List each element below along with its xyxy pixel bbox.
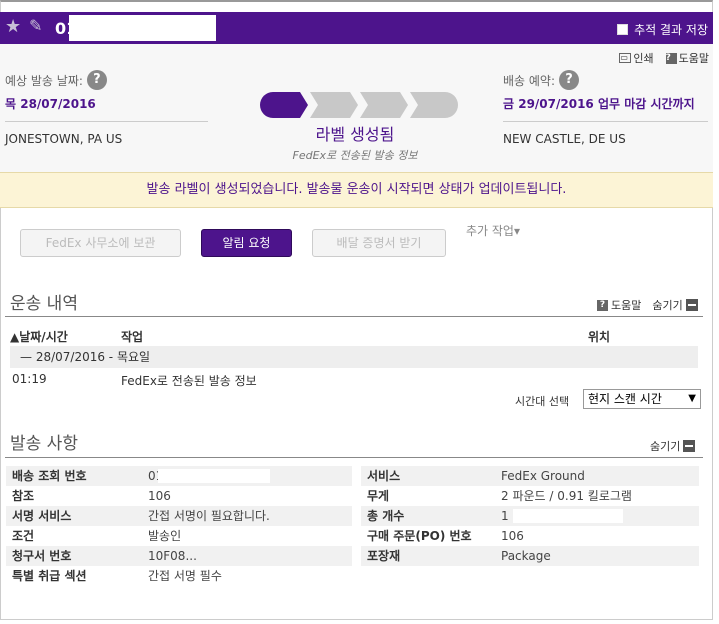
col-location-header: 위치: [588, 330, 611, 344]
request-alert-button[interactable]: 알림 요청: [201, 229, 292, 257]
fact-key: 참조: [12, 489, 35, 503]
day-group-row[interactable]: — 28/07/2016 - 목요일: [10, 346, 698, 368]
delivery-label: 배송 예약:: [503, 73, 556, 88]
help-icon[interactable]: ?: [597, 299, 608, 311]
more-actions-dropdown[interactable]: 추가 작업▾: [466, 222, 520, 239]
divider: [503, 121, 708, 122]
fact-row: 조건 발송인: [6, 526, 352, 546]
fact-value: 106: [148, 489, 171, 503]
delivery-label-row: 배송 예약: ?: [503, 70, 708, 90]
progress-step-2: [310, 92, 358, 118]
travel-history-title: 운송 내역: [10, 294, 78, 314]
fact-row: 무게 2 파운드 / 0.91 킬로그램: [361, 486, 699, 506]
fact-value: 간접 서명 필수: [148, 569, 222, 583]
fact-row: 청구서 번호 10F08...: [6, 546, 352, 566]
ship-date-label-row: 예상 발송 날짜: ?: [5, 70, 208, 90]
timezone-select[interactable]: 현지 스캔 시간 ▼: [583, 389, 701, 409]
status-banner: 발송 라벨이 생성되었습니다. 발송물 운송이 시작되면 상태가 업데이트됩니다…: [0, 172, 713, 208]
print-help-links: ▭ 인쇄 ? 도움말: [619, 50, 709, 66]
hide-link[interactable]: 숨기기: [652, 297, 682, 313]
fact-key: 특별 취급 섹션: [12, 569, 87, 583]
print-link[interactable]: ▭ 인쇄: [619, 50, 654, 66]
status-title: 라벨 생성됨: [315, 125, 395, 144]
hold-at-office-button[interactable]: FedEx 사무소에 보관: [20, 229, 181, 257]
col-datetime-header[interactable]: ▲날짜/시간: [10, 328, 68, 345]
status-subtitle: FedEx로 전송된 발송 정보: [292, 149, 418, 162]
destination-location: NEW CASTLE, DE US: [503, 132, 626, 146]
redaction-box: [69, 15, 216, 41]
fact-value: 10F08...: [148, 549, 197, 563]
question-icon[interactable]: ?: [559, 70, 580, 90]
save-result-checkbox[interactable]: [617, 24, 629, 35]
origin-location: JONESTOWN, PA US: [5, 132, 123, 146]
redaction-box: [513, 509, 623, 523]
col-activity-header: 작업: [121, 330, 144, 344]
star-icon[interactable]: ★: [5, 16, 21, 37]
help-link[interactable]: ? 도움말: [665, 50, 709, 66]
ship-date-value: 목 28/07/2016: [5, 97, 96, 111]
section-divider: [5, 316, 703, 317]
fact-key: 포장재: [367, 549, 401, 563]
progress-bar: [260, 92, 460, 118]
divider: [5, 121, 208, 122]
progress-step-1: [260, 92, 308, 118]
fact-row: 참조 106: [6, 486, 352, 506]
fact-key: 조건: [12, 529, 35, 543]
fact-row: 서명 서비스 간접 서명이 필요합니다.: [6, 506, 352, 526]
fact-row: 총 개수 1: [361, 506, 699, 526]
shipment-facts-title: 발송 사항: [10, 434, 78, 454]
delivery-date-block: 배송 예약: ? 금 29/07/2016 업무 마감 시간까지: [503, 70, 708, 112]
delivery-date-value: 금 29/07/2016 업무 마감 시간까지: [503, 97, 695, 111]
fact-key: 서비스: [367, 469, 401, 483]
help-link[interactable]: 도움말: [611, 297, 641, 313]
printer-icon: ▭: [619, 53, 632, 63]
fact-row: 구매 주문(PO) 번호 106: [361, 526, 699, 546]
fact-value: Package: [501, 549, 551, 563]
fact-value: 106: [501, 529, 524, 543]
section-divider: [5, 457, 703, 458]
collapse-icon[interactable]: [683, 440, 696, 452]
dropdown-arrow-icon: ▼: [688, 393, 696, 404]
fact-key: 무게: [367, 489, 390, 503]
fact-row: 특별 취급 섹션 간접 서명 필수: [6, 566, 352, 586]
fact-value: 간접 서명이 필요합니다.: [148, 509, 270, 523]
redaction-box: [158, 469, 270, 483]
fact-value: 발송인: [148, 529, 182, 543]
save-result-label: 추적 결과 저장: [634, 23, 708, 37]
proof-of-delivery-button[interactable]: 배달 증명서 받기: [312, 229, 446, 257]
event-activity: FedEx로 전송된 발송 정보: [121, 374, 257, 388]
progress-step-4: [410, 92, 458, 118]
hide-link[interactable]: 숨기기: [650, 438, 680, 454]
fact-value: FedEx Ground: [501, 469, 585, 483]
print-label: 인쇄: [633, 52, 654, 65]
ship-date-block: 예상 발송 날짜: ? 목 28/07/2016: [5, 70, 208, 112]
timezone-label: 시간대 선택: [515, 395, 570, 408]
fact-value: 1: [501, 509, 509, 523]
tracking-header-bar: ★ ✎ 01 추적 결과 저장: [0, 12, 713, 44]
help-label: 도움말: [678, 52, 709, 65]
fact-value: 2 파운드 / 0.91 킬로그램: [501, 489, 632, 503]
fact-key: 총 개수: [367, 509, 405, 523]
shipment-facts-controls: 숨기기: [650, 438, 696, 454]
timezone-value: 현지 스캔 시간: [588, 392, 662, 406]
travel-history-controls: ? 도움말 숨기기: [597, 297, 698, 313]
fact-row: 배송 조회 번호 01: [6, 466, 352, 486]
ship-date-label: 예상 발송 날짜:: [5, 73, 83, 88]
question-icon[interactable]: ?: [86, 70, 107, 90]
fact-row: 포장재 Package: [361, 546, 699, 566]
fact-key: 배송 조회 번호: [12, 469, 87, 483]
fact-key: 구매 주문(PO) 번호: [367, 529, 472, 543]
fact-key: 청구서 번호: [12, 549, 72, 563]
event-time: 01:19: [12, 372, 47, 386]
pencil-icon[interactable]: ✎: [29, 16, 42, 35]
progress-step-3: [360, 92, 408, 118]
collapse-icon[interactable]: [685, 299, 698, 311]
fact-key: 서명 서비스: [12, 509, 72, 523]
save-result-toggle[interactable]: 추적 결과 저장: [617, 21, 708, 38]
fact-row: 서비스 FedEx Ground: [361, 466, 699, 486]
help-icon: ?: [665, 52, 677, 64]
